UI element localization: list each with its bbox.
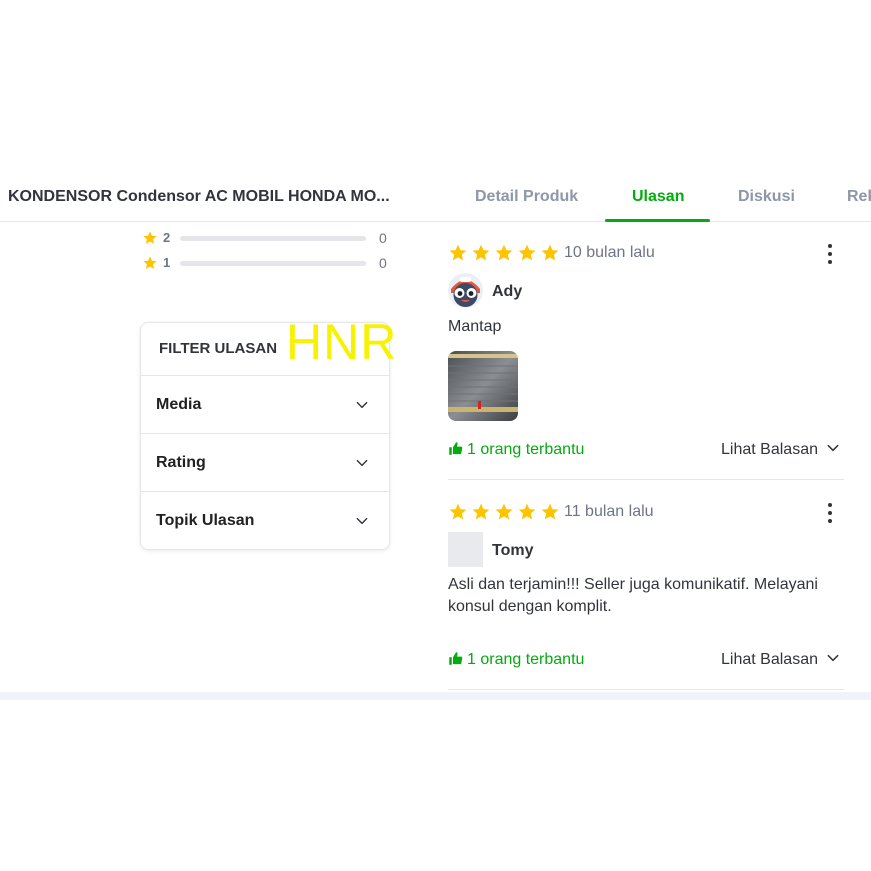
star-icon: [472, 244, 490, 261]
avatar[interactable]: [448, 532, 483, 567]
rating-progress-bar: [180, 236, 366, 241]
rating-count: 0: [379, 255, 387, 271]
star-icon: [518, 503, 536, 520]
rating-count: 0: [379, 230, 387, 246]
review-divider: [448, 689, 844, 690]
section-separator: [0, 692, 871, 700]
reviewer-name[interactable]: Ady: [492, 283, 522, 301]
chevron-down-icon: [827, 654, 839, 662]
star-icon: [518, 244, 536, 261]
review-star-rating: [448, 243, 563, 263]
chevron-down-icon: [827, 444, 839, 452]
cartoon-avatar-icon: [448, 273, 483, 308]
chevron-down-icon: [356, 517, 368, 525]
star-icon: [541, 244, 559, 261]
chevron-down-icon: [356, 459, 368, 467]
rating-star-number: 2: [163, 230, 171, 245]
star-icon: [495, 244, 513, 261]
product-header-bar: KONDENSOR Condensor AC MOBIL HONDA MO...…: [0, 172, 871, 222]
more-options-icon[interactable]: [825, 243, 835, 265]
chevron-down-icon: [356, 401, 368, 409]
view-replies-label: Lihat Balasan: [721, 651, 818, 668]
rating-row-1[interactable]: 1 0: [142, 255, 392, 271]
review-divider: [448, 479, 844, 480]
helpful-label: 1 orang terbantu: [467, 441, 585, 458]
review-star-rating: [448, 502, 563, 522]
review-time: 10 bulan lalu: [564, 244, 655, 261]
thumbs-up-icon: [449, 442, 463, 455]
star-icon: [143, 231, 157, 244]
filter-item-label: Topik Ulasan: [156, 512, 255, 529]
review-text: Asli dan terjamin!!! Seller juga komunik…: [448, 576, 818, 615]
more-options-icon[interactable]: [825, 502, 835, 524]
helpful-button[interactable]: 1 orang terbantu: [448, 651, 584, 669]
review-card: 11 bulan lalu Tomy Asli dan terjamin!!! …: [448, 502, 844, 682]
view-replies-label: Lihat Balasan: [721, 441, 818, 458]
helpful-label: 1 orang terbantu: [467, 651, 585, 668]
review-photo-thumbnail: [448, 351, 518, 421]
thumbs-up-icon: [449, 652, 463, 665]
product-title: KONDENSOR Condensor AC MOBIL HONDA MO...: [8, 188, 390, 205]
view-replies-button[interactable]: Lihat Balasan: [721, 651, 840, 669]
review-text: Mantap: [448, 318, 502, 335]
view-replies-button[interactable]: Lihat Balasan: [721, 441, 840, 459]
rating-progress-bar: [180, 261, 366, 266]
star-icon: [449, 244, 467, 261]
star-icon: [495, 503, 513, 520]
tab-diskusi[interactable]: Diskusi: [738, 188, 795, 206]
star-icon: [541, 503, 559, 520]
star-icon: [449, 503, 467, 520]
watermark-text: HNR: [286, 314, 398, 370]
tab-rekomendasi[interactable]: Rek: [847, 188, 871, 206]
star-icon: [143, 256, 157, 269]
filter-item-topik-ulasan[interactable]: Topik Ulasan: [141, 491, 389, 549]
helpful-button[interactable]: 1 orang terbantu: [448, 441, 584, 459]
review-card: 10 bulan lalu Ady Mantap 1 orang terbant…: [448, 243, 844, 473]
filter-item-rating[interactable]: Rating: [141, 433, 389, 491]
filter-item-label: Media: [156, 396, 202, 413]
tab-detail-produk[interactable]: Detail Produk: [475, 188, 578, 206]
tab-ulasan[interactable]: Ulasan: [632, 188, 684, 206]
review-time: 11 bulan lalu: [564, 503, 654, 520]
reviewer-name[interactable]: Tomy: [492, 542, 533, 560]
review-photo[interactable]: [448, 351, 518, 421]
rating-star-number: 1: [163, 255, 171, 270]
rating-row-2[interactable]: 2 0: [142, 230, 392, 246]
filter-item-label: Rating: [156, 454, 206, 471]
filter-item-media[interactable]: Media: [141, 375, 389, 433]
filter-title: FILTER ULASAN: [159, 340, 278, 357]
avatar[interactable]: [448, 273, 483, 308]
active-tab-indicator: [605, 219, 710, 222]
star-icon: [472, 503, 490, 520]
